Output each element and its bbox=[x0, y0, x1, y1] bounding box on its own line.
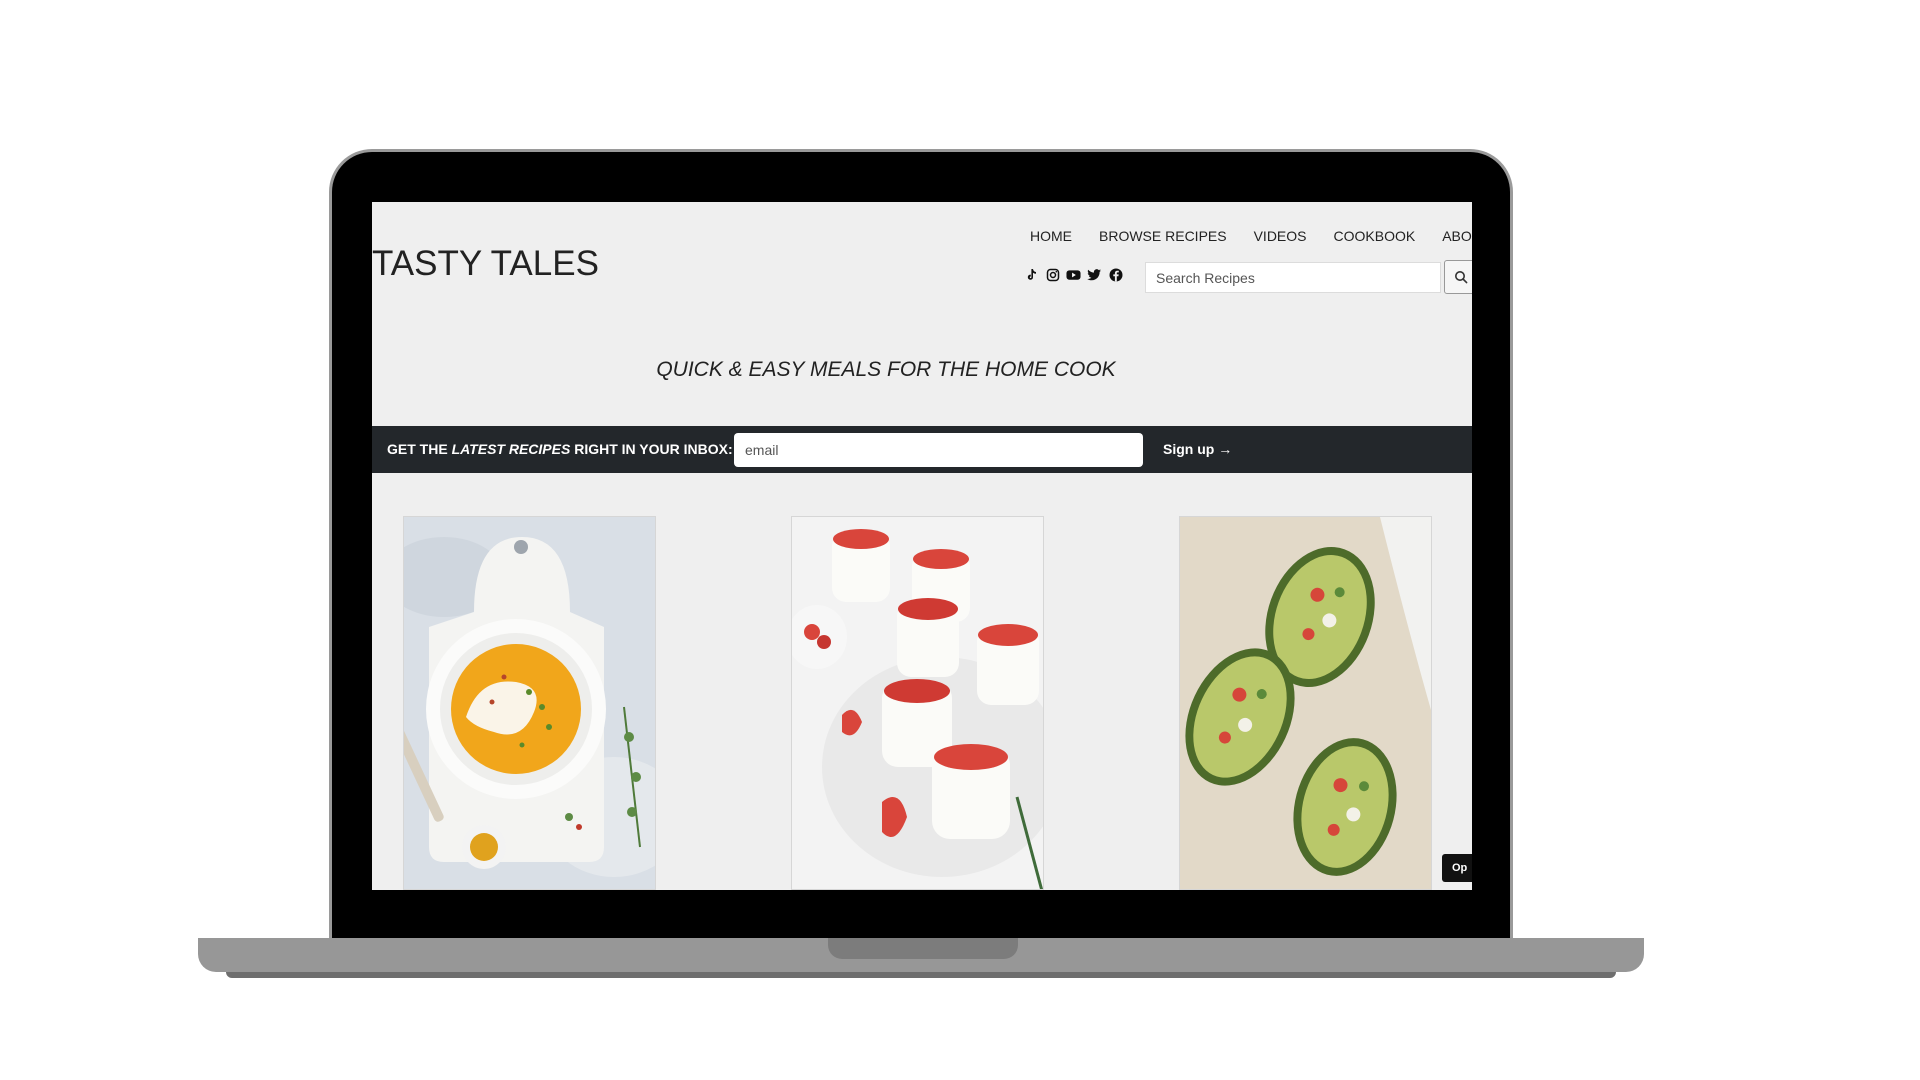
site-tagline: QUICK & EASY MEALS FOR THE HOME COOK bbox=[656, 358, 1116, 381]
nav-item-cookbook[interactable]: COOKBOOK bbox=[1334, 228, 1416, 244]
newsletter-bar: GET THE LATEST RECIPES RIGHT IN YOUR INB… bbox=[372, 426, 1472, 473]
email-field[interactable] bbox=[734, 433, 1143, 467]
facebook-icon[interactable] bbox=[1108, 267, 1123, 282]
instagram-icon[interactable] bbox=[1045, 267, 1060, 282]
laptop-screen: TASTY TALES HOME BROWSE RECIPES VIDEOS C… bbox=[372, 202, 1472, 890]
nav-item-videos[interactable]: VIDEOS bbox=[1254, 228, 1307, 244]
nav-item-home[interactable]: HOME bbox=[1030, 228, 1072, 244]
strawberry-panna-cotta-photo bbox=[792, 517, 1043, 889]
recipe-card[interactable] bbox=[791, 516, 1044, 890]
search-button[interactable] bbox=[1444, 260, 1472, 294]
recipe-card[interactable] bbox=[1179, 516, 1432, 890]
stuffed-avocado-photo bbox=[1180, 517, 1431, 889]
open-badge[interactable]: Op bbox=[1442, 854, 1472, 882]
laptop-notch bbox=[828, 938, 1018, 959]
twitter-icon[interactable] bbox=[1087, 267, 1102, 282]
butternut-squash-soup-photo bbox=[404, 517, 655, 889]
main-nav: HOME BROWSE RECIPES VIDEOS COOKBOOK ABOU… bbox=[1030, 228, 1472, 244]
search-icon bbox=[1455, 271, 1468, 284]
nav-item-browse-recipes[interactable]: BROWSE RECIPES bbox=[1099, 228, 1227, 244]
search-input[interactable] bbox=[1145, 262, 1441, 293]
recipe-card[interactable] bbox=[403, 516, 656, 890]
newsletter-label: GET THE LATEST RECIPES RIGHT IN YOUR INB… bbox=[387, 441, 733, 457]
nav-item-about[interactable]: ABOUT bbox=[1442, 228, 1472, 244]
youtube-icon[interactable] bbox=[1066, 267, 1081, 282]
sign-up-button[interactable]: Sign up → bbox=[1163, 441, 1232, 457]
laptop-foot bbox=[226, 972, 1616, 978]
tiktok-icon[interactable] bbox=[1024, 267, 1039, 282]
site-logo[interactable]: TASTY TALES bbox=[372, 244, 599, 284]
social-links bbox=[1024, 267, 1123, 282]
